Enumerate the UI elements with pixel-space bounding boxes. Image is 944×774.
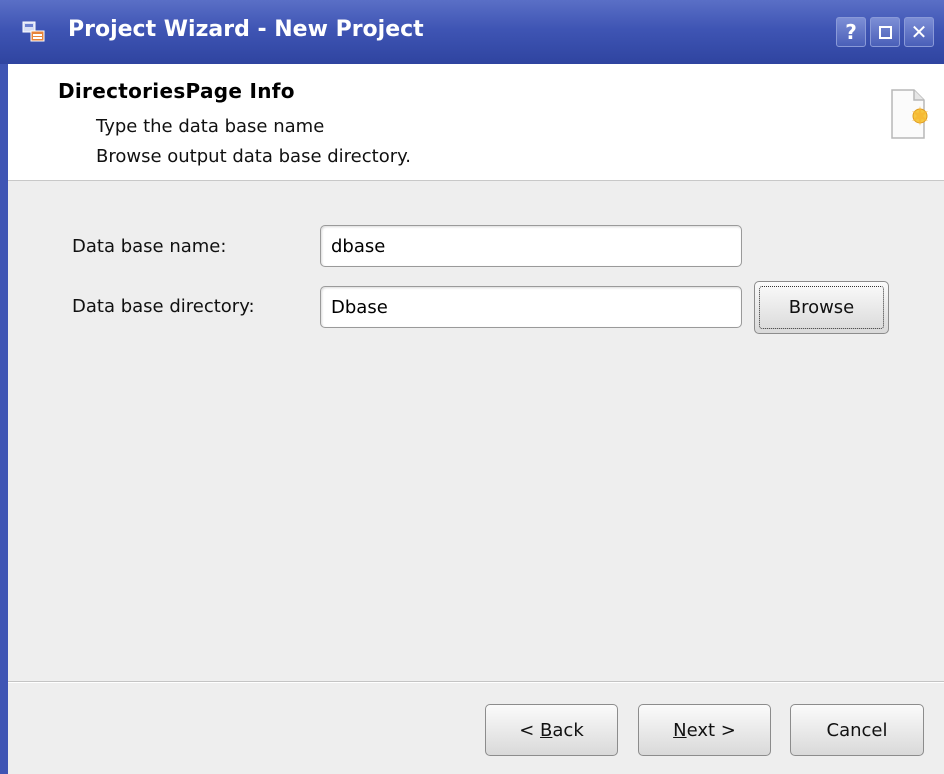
- page-description-line-1: Type the data base name: [96, 116, 325, 137]
- back-button-label: < Back: [519, 720, 584, 741]
- next-button[interactable]: Next >: [638, 704, 771, 756]
- footer-separator: [8, 681, 944, 683]
- wizard-header: DirectoriesPage Info Type the data base …: [8, 64, 944, 181]
- app-icon: [22, 21, 46, 43]
- database-name-label: Data base name:: [72, 236, 227, 257]
- back-button[interactable]: < Back: [485, 704, 618, 756]
- next-button-label: Next >: [673, 720, 736, 741]
- window-title: Project Wizard - New Project: [68, 17, 424, 42]
- page-title: DirectoriesPage Info: [58, 79, 295, 103]
- title-bar[interactable]: Project Wizard - New Project ? ✕: [0, 0, 944, 65]
- new-document-icon: [888, 86, 928, 142]
- database-name-input[interactable]: [320, 225, 742, 267]
- back-prefix: <: [519, 719, 541, 741]
- page-description-line-2: Browse output data base directory.: [96, 146, 411, 167]
- back-rest: ack: [552, 719, 584, 741]
- back-mnemonic: B: [540, 719, 553, 741]
- help-button[interactable]: ?: [836, 17, 866, 47]
- next-rest: ext >: [686, 719, 736, 741]
- window-frame-left: [0, 64, 8, 774]
- browse-button-label: Browse: [788, 297, 855, 318]
- maximize-button[interactable]: [870, 17, 900, 47]
- maximize-icon: [878, 25, 892, 39]
- cancel-button-label: Cancel: [826, 719, 888, 741]
- help-icon: ?: [845, 20, 857, 44]
- browse-button[interactable]: Browse: [754, 281, 889, 334]
- close-button[interactable]: ✕: [904, 17, 934, 47]
- database-directory-input[interactable]: [320, 286, 742, 328]
- cancel-button[interactable]: Cancel: [790, 704, 924, 756]
- close-icon: ✕: [910, 20, 928, 44]
- next-mnemonic: N: [673, 719, 687, 741]
- database-directory-label: Data base directory:: [72, 296, 255, 317]
